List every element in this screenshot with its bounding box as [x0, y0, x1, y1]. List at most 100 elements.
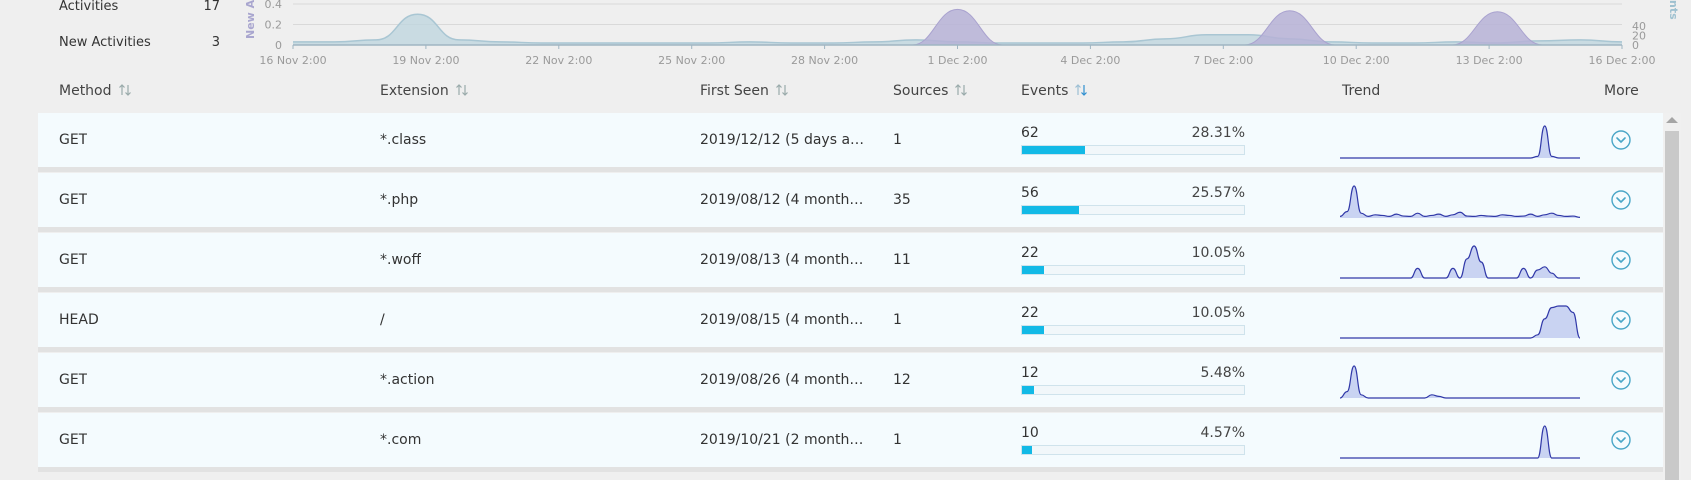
trend-area [1340, 186, 1580, 218]
events-bar [1021, 145, 1245, 155]
chart-x-tick-label: 1 Dec 2:00 [928, 54, 988, 67]
more-expand-button[interactable] [1611, 130, 1631, 150]
chart-x-tick-label: 28 Nov 2:00 [791, 54, 858, 67]
extension-cell: *.class [380, 132, 427, 148]
table-row[interactable]: HEAD / 2019/08/15 (4 months ... 1 22 10.05% [38, 293, 1663, 352]
trend-area [1340, 126, 1580, 158]
events-bar-fill [1022, 386, 1035, 394]
events-count: 10 [1021, 425, 1039, 441]
chart-y-left-tick-label: 0 [275, 39, 282, 52]
table-row[interactable]: GET *.woff 2019/08/13 (4 months ... 11 22 10.… [38, 233, 1663, 292]
table-row[interactable]: GET *.action 2019/08/26 (4 months ... 12 12 5… [38, 353, 1663, 412]
table-row[interactable]: GET *.com 2019/10/21 (2 months a... 1 10 4.57… [38, 413, 1663, 472]
chevron-down-circle-icon[interactable] [1611, 370, 1631, 390]
sort-arrows-icon[interactable] [118, 83, 132, 101]
chart-y-left-axis-label: New A [244, 0, 257, 39]
events-bar-fill [1022, 146, 1085, 154]
chart-y-left-tick-label: 0.2 [265, 19, 283, 32]
sort-arrows-icon[interactable] [954, 83, 968, 101]
column-extension[interactable]: Extension [380, 83, 469, 101]
chart-x-tick-label: 7 Dec 2:00 [1193, 54, 1253, 67]
extension-cell: / [380, 312, 385, 328]
trend-area [1340, 366, 1580, 398]
sort-arrows-icon[interactable] [1074, 83, 1088, 101]
method-cell: GET [59, 432, 88, 448]
trend-area [1340, 246, 1580, 278]
chevron-down-circle-icon[interactable] [1611, 430, 1631, 450]
sources-cell: 11 [893, 252, 911, 268]
trend-line [1340, 365, 1580, 399]
column-more-label: More [1604, 83, 1639, 99]
chart-x-tick-label: 10 Dec 2:00 [1323, 54, 1390, 67]
events-bar [1021, 265, 1245, 275]
events-percent: 5.48% [1200, 365, 1245, 381]
chevron-down-circle-icon[interactable] [1611, 190, 1631, 210]
chart-y-left-tick-label: 0.4 [265, 0, 283, 11]
column-method[interactable]: Method [59, 83, 132, 101]
chart-x-tick-label: 16 Nov 2:00 [259, 54, 326, 67]
method-cell: GET [59, 252, 88, 268]
events-percent: 28.31% [1191, 125, 1245, 141]
extension-cell: *.com [380, 432, 422, 448]
events-percent: 25.57% [1191, 185, 1245, 201]
extension-cell: *.woff [380, 252, 422, 268]
activity-timeline-chart: 16 Nov 2:00 19 Nov 2:00 22 Nov 2:00 25 Nov … [244, 0, 1680, 67]
chart-x-tick-label: 22 Nov 2:00 [525, 54, 592, 67]
events-cell: 22 10.05% [1021, 305, 1245, 335]
column-events[interactable]: Events [1021, 83, 1088, 101]
more-expand-button[interactable] [1611, 430, 1631, 450]
events-bar-fill [1022, 266, 1045, 274]
table-row[interactable]: GET *.php 2019/08/12 (4 months ... 35 56 25.5… [38, 173, 1663, 232]
column-sources[interactable]: Sources [893, 83, 968, 101]
events-bar [1021, 445, 1245, 455]
sources-cell: 1 [893, 132, 902, 148]
sort-arrows-icon[interactable] [455, 83, 469, 101]
events-cell: 56 25.57% [1021, 185, 1245, 215]
sources-cell: 1 [893, 432, 902, 448]
column-first-seen[interactable]: First Seen [700, 83, 789, 101]
chart-x-tick-label: 19 Nov 2:00 [392, 54, 459, 67]
first-seen-cell: 2019/08/12 (4 months ... [700, 192, 870, 208]
extension-cell: *.php [380, 192, 419, 208]
chart-series-events-peak [1244, 10, 1335, 46]
chart-x-tick-label: 4 Dec 2:00 [1060, 54, 1120, 67]
trend-sparkline [1340, 185, 1581, 218]
chart-series-events-peak [912, 8, 1003, 46]
more-expand-button[interactable] [1611, 310, 1631, 330]
events-percent: 4.57% [1200, 425, 1245, 441]
chart-y-right-tick-label: 0 [1632, 39, 1639, 52]
scrollbar-thumb[interactable] [1665, 131, 1679, 480]
events-cell: 10 4.57% [1021, 425, 1245, 455]
table-row[interactable]: GET *.class 2019/12/12 (5 days ago) 1 62 28.3… [38, 113, 1663, 172]
trend-area [1340, 306, 1580, 338]
events-count: 12 [1021, 365, 1039, 381]
events-bar [1021, 385, 1245, 395]
more-expand-button[interactable] [1611, 250, 1631, 270]
table-header: Method Extension First Seen Sources Even… [38, 78, 1665, 108]
sort-arrows-icon[interactable] [775, 83, 789, 101]
column-trend-label: Trend [1342, 83, 1381, 99]
chevron-down-circle-icon[interactable] [1611, 250, 1631, 270]
first-seen-cell: 2019/08/26 (4 months ... [700, 372, 870, 388]
events-bar-fill [1022, 446, 1033, 454]
events-count: 62 [1021, 125, 1039, 141]
trend-sparkline [1340, 305, 1581, 339]
chevron-down-circle-icon[interactable] [1611, 130, 1631, 150]
events-bar-fill [1022, 206, 1079, 214]
trend-sparkline [1340, 425, 1580, 459]
trend-sparkline [1340, 245, 1580, 279]
more-expand-button[interactable] [1611, 190, 1631, 210]
column-trend: Trend [1342, 83, 1380, 99]
method-cell: GET [59, 372, 88, 388]
trend-line [1340, 185, 1581, 218]
events-percent: 10.05% [1191, 245, 1245, 261]
more-expand-button[interactable] [1611, 370, 1631, 390]
scroll-up-arrow-icon[interactable] [1666, 117, 1678, 123]
column-events-label: Events [1021, 83, 1069, 99]
events-count: 22 [1021, 305, 1039, 321]
events-cell: 62 28.31% [1021, 125, 1245, 155]
chevron-down-circle-icon[interactable] [1611, 310, 1631, 330]
method-cell: GET [59, 132, 88, 148]
column-first-seen-label: First Seen [700, 83, 769, 99]
method-cell: GET [59, 192, 88, 208]
